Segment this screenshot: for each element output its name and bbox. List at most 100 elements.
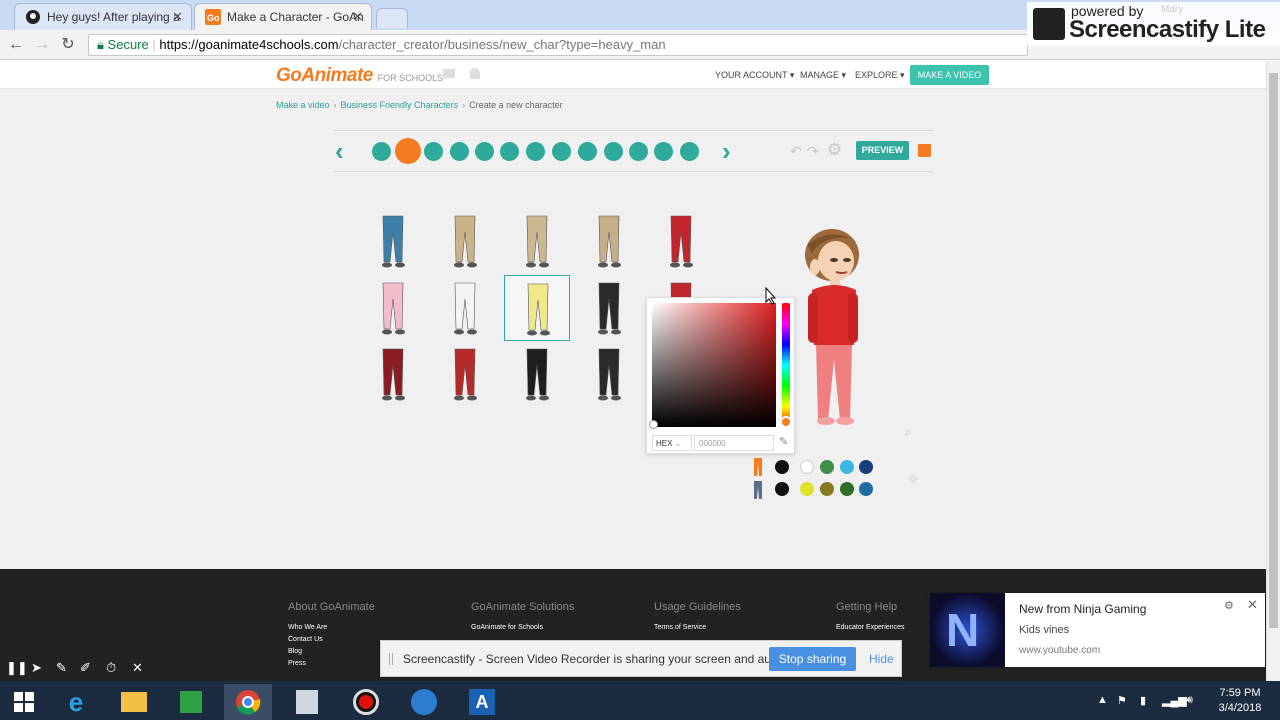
chrome-icon[interactable] (224, 684, 272, 720)
bell-icon[interactable] (470, 68, 480, 79)
reload-icon[interactable]: ↻ (58, 35, 78, 55)
save-icon[interactable] (918, 144, 931, 157)
pause-icon[interactable]: ❚❚ (6, 660, 28, 676)
close-icon[interactable]: ✕ (352, 9, 363, 25)
file-explorer-icon[interactable] (110, 684, 158, 720)
nav-explore[interactable]: EXPLORE ▾ (855, 70, 905, 81)
tab-character[interactable]: Go Make a Character - GoAn ✕ (194, 3, 372, 30)
network-icon[interactable]: ▂▄▆ (1162, 694, 1187, 707)
footer-link[interactable]: Who We Are (288, 624, 327, 631)
timer-icon[interactable]: ⏱ (106, 660, 116, 676)
drag-handle-icon[interactable] (389, 653, 393, 665)
forward-icon[interactable]: → (32, 35, 52, 55)
breadcrumb-business[interactable]: Business Friendly Characters (341, 100, 459, 110)
flag-icon[interactable]: ⚑ (1117, 694, 1127, 707)
redo-icon[interactable]: ↷ (807, 143, 819, 160)
zoom-icon[interactable]: ⌕ (905, 425, 912, 440)
windows-start-icon[interactable] (0, 684, 48, 720)
nav-your-account[interactable]: YOUR ACCOUNT ▾ (715, 70, 794, 81)
item-yellow-pants[interactable] (504, 275, 570, 341)
settings-gear-icon[interactable]: ⚙ (1224, 599, 1234, 612)
color-swatch[interactable] (800, 460, 814, 474)
item-red-boots[interactable] (432, 341, 498, 407)
sv-handle[interactable] (649, 420, 658, 429)
item-fishnet-skirt[interactable] (576, 341, 642, 407)
item-black-pants[interactable] (576, 275, 642, 341)
back-icon[interactable]: ← (6, 35, 26, 55)
item-plaid-skirt[interactable] (360, 341, 426, 407)
hide-button[interactable]: Hide (869, 652, 894, 666)
footer-link[interactable]: GoAnimate for Schools (471, 624, 543, 631)
glasses-icon[interactable] (654, 142, 673, 161)
item-red-skirt-boots[interactable] (648, 208, 714, 274)
undo-icon[interactable]: ↶ (790, 143, 802, 160)
footer-link[interactable]: Contact Us (288, 636, 323, 643)
eyelash-icon[interactable] (604, 142, 623, 161)
color-swatch[interactable] (775, 460, 789, 474)
app-a-icon[interactable]: A (458, 684, 506, 720)
highlighter-icon[interactable]: ✐ (80, 660, 91, 676)
make-video-button[interactable]: MAKE A VIDEO (910, 65, 989, 85)
settings-gear-icon[interactable]: ⚙ (827, 140, 842, 160)
mouth-icon[interactable] (475, 142, 494, 161)
notepad-icon[interactable] (283, 684, 331, 720)
close-icon[interactable]: ✕ (172, 9, 183, 25)
hat-icon[interactable] (629, 142, 648, 161)
system-clock[interactable]: 7:59 PM 3/4/2018 (1210, 686, 1270, 716)
color-swatch[interactable] (820, 460, 834, 474)
saturation-value-area[interactable] (652, 303, 776, 427)
breadcrumb-make-video[interactable]: Make a video (276, 100, 330, 110)
hue-slider[interactable] (782, 303, 790, 427)
browser-globe-icon[interactable] (400, 684, 448, 720)
goanimate-logo[interactable]: GoAnimate FOR SCHOOLS (276, 65, 443, 87)
tray-up-icon[interactable]: ▲ (1097, 694, 1108, 706)
item-khaki-long-skirt[interactable] (576, 208, 642, 274)
preview-button[interactable]: PREVIEW (856, 141, 909, 160)
url-field[interactable]: 🔒︎ Secure | https://goanimate4schools.co… (88, 34, 1028, 56)
item-jeans[interactable] (360, 208, 426, 274)
shirt-icon[interactable] (372, 142, 391, 161)
eyedropper-icon[interactable]: ✎ (779, 435, 788, 448)
scrollbar-thumb[interactable] (1269, 73, 1278, 628)
internet-explorer-icon[interactable]: e (52, 684, 100, 720)
color-swatch[interactable] (859, 460, 873, 474)
next-arrow-icon[interactable]: › (722, 138, 731, 164)
prev-arrow-icon[interactable]: ‹ (335, 138, 344, 164)
color-swatch[interactable] (800, 482, 814, 496)
pants-icon[interactable] (395, 138, 421, 164)
item-pink-pants[interactable] (360, 275, 426, 341)
nose-icon[interactable] (526, 142, 545, 161)
close-icon[interactable]: ✕ (1247, 597, 1258, 613)
format-select[interactable]: HEX ⌄ (652, 435, 692, 451)
close-icon[interactable]: ✕ (132, 660, 143, 676)
volume-icon[interactable]: 🔊︎ (1186, 694, 1193, 707)
hex-input[interactable]: 000000 (694, 435, 774, 451)
color-swatch[interactable] (840, 460, 854, 474)
pen-icon[interactable]: ✎ (56, 660, 67, 676)
lips-icon[interactable] (500, 142, 519, 161)
hair-icon[interactable] (450, 142, 469, 161)
tab-youtube[interactable]: Hey guys! After playing a ✕ (14, 3, 192, 30)
eyebrow-icon[interactable] (552, 142, 571, 161)
face-icon[interactable] (424, 142, 443, 161)
drag-icon[interactable]: ✥ (908, 472, 918, 486)
beard-icon[interactable] (680, 142, 699, 161)
mail-icon[interactable] (443, 69, 455, 78)
page-scrollbar[interactable] (1266, 61, 1280, 681)
new-tab-button[interactable] (376, 8, 408, 28)
nav-manage[interactable]: MANAGE ▾ (800, 70, 846, 81)
item-khaki-shorts[interactable] (504, 208, 570, 274)
battery-icon[interactable]: ▮ (1140, 694, 1146, 707)
item-khaki-skirt[interactable] (432, 208, 498, 274)
record-icon[interactable] (342, 684, 390, 720)
stop-sharing-button[interactable]: Stop sharing (769, 647, 856, 671)
footer-link[interactable]: Terms of Service (654, 624, 706, 631)
color-swatch[interactable] (775, 482, 789, 496)
footer-link[interactable]: Press (288, 660, 306, 667)
color-swatch[interactable] (859, 482, 873, 496)
color-swatch[interactable] (820, 482, 834, 496)
footer-link[interactable]: Blog (288, 648, 302, 655)
item-black-skirt[interactable] (504, 341, 570, 407)
eye-icon[interactable] (578, 142, 597, 161)
hue-handle[interactable] (780, 416, 792, 428)
